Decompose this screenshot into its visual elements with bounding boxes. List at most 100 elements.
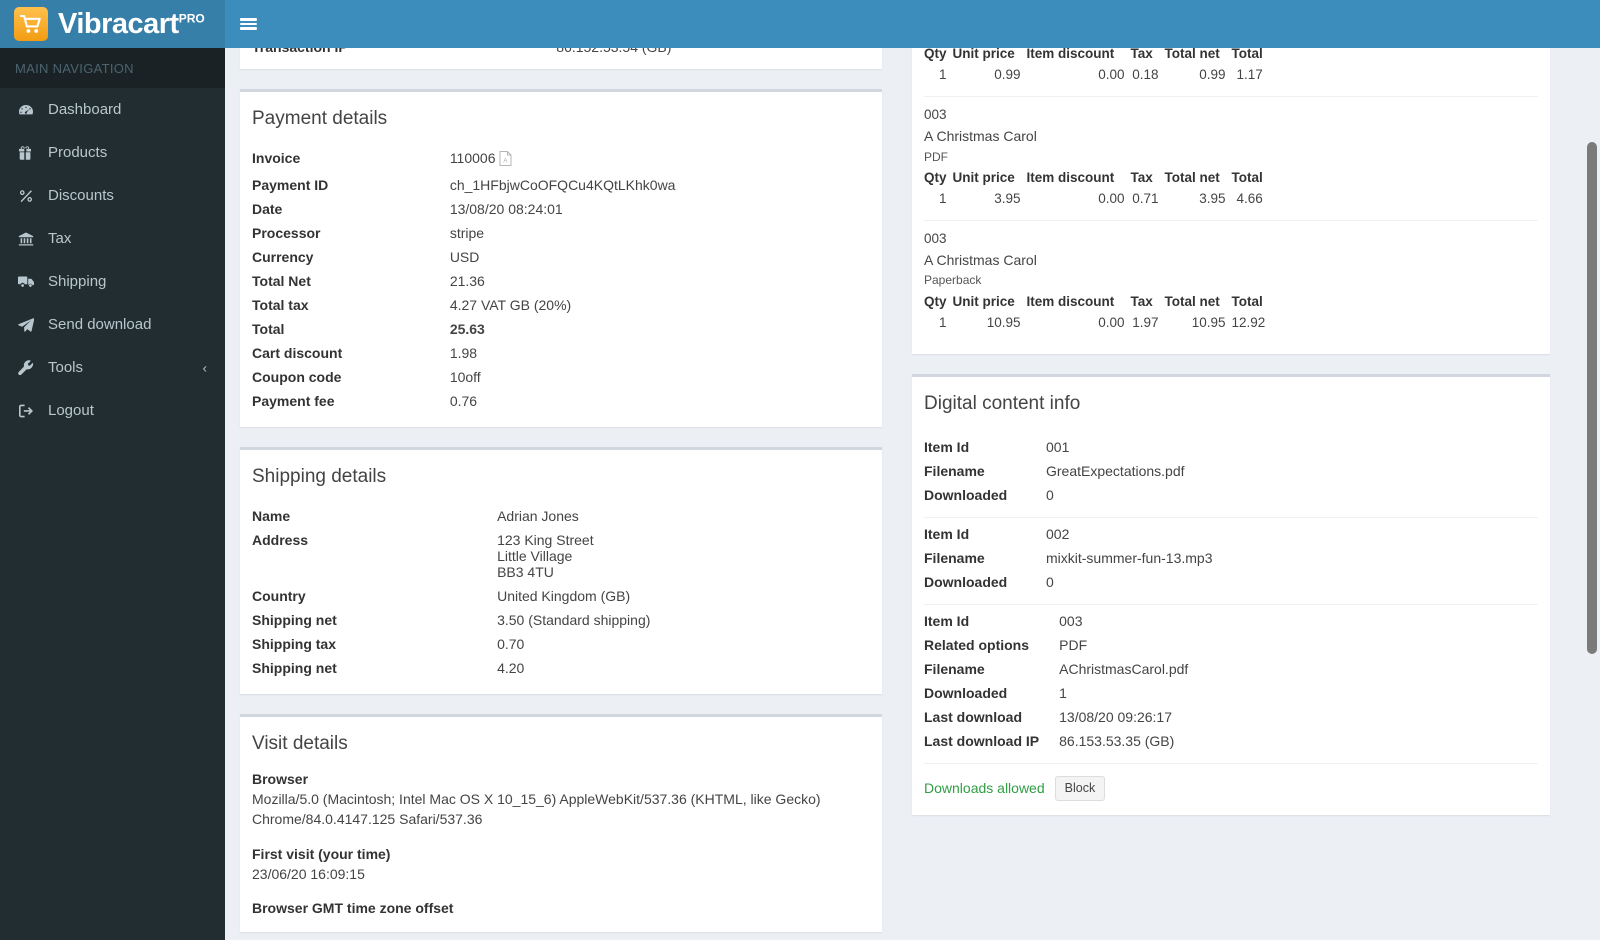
payment-value: 1.98 [449,345,478,361]
shipping-row-shipping-net: Shipping net 3.50 (Standard shipping) [252,608,870,632]
digital-content-block: Item Id 003 Related options PDF Filename… [924,605,1538,764]
cell-qty: 1 [939,67,947,82]
hamburger-menu-icon[interactable] [225,0,271,48]
digital-content-footer: Downloads allowed Block [924,764,1538,801]
payment-row-payment-fee: Payment fee 0.76 [252,389,870,413]
cell-tax: 0.18 [1132,67,1159,82]
cell-item-discount: 0.00 [1098,190,1125,206]
sidebar-item-label: Tax [48,230,72,247]
col-item-discount: Item discount [1026,169,1115,185]
sidebar-item-label: Shipping [48,273,107,290]
col-unit-price: Unit price [952,293,1015,309]
digital-value: GreatExpectations.pdf [1046,462,1185,479]
sidebar-item-products[interactable]: Products [0,131,225,174]
cell-item-discount: 0.00 [1098,314,1125,330]
digital-row-filename: Filename mixkit-summer-fun-13.mp3 [924,546,1212,570]
cell-total: 4.66 [1236,190,1263,206]
order-item-table: Qty Unit price Item discount Tax Total n… [924,293,1271,334]
payment-label: Payment fee [252,393,335,409]
digital-value: 13/08/20 09:26:17 [1059,708,1173,725]
payment-value: 0.76 [449,393,478,409]
order-item-values-row: 1 10.95 0.00 1.97 10.95 12.92 [924,310,1271,334]
sidebar-item-label: Send download [48,316,152,333]
shipping-label: Shipping tax [252,636,336,652]
payment-row-date: Date 13/08/20 08:24:01 [252,197,870,221]
order-item-table: Qty Unit price Item discount Tax Total n… [924,169,1269,210]
sidebar-item-label: Products [48,144,108,161]
transaction-details-card: Transaction IP 86.152.53.54 (GB) [240,48,882,69]
sidebar-item-tools[interactable]: Tools ‹ [0,346,225,389]
order-item-header-row: Qty Unit price Item discount Tax Total n… [924,48,1269,62]
order-item-row: 003 A Christmas Carol PDF Qty Unit price… [924,97,1538,221]
order-item-header-row: Qty Unit price Item discount Tax Total n… [924,169,1269,186]
payment-row-coupon-code: Coupon code 10off [252,365,870,389]
sidebar-item-logout[interactable]: Logout [0,389,225,432]
cell-total: 1.17 [1236,67,1263,82]
shipping-value: 4.20 [497,660,525,676]
digital-label: Downloaded [924,573,1008,590]
shipping-value: United Kingdom (GB) [497,588,631,604]
digital-value: 86.153.53.35 (GB) [1059,732,1175,749]
sidebar-item-shipping[interactable]: Shipping [0,260,225,303]
digital-label: Filename [924,462,985,479]
brand-name: Vibracart [58,7,179,40]
order-items-card: Qty Unit price Item discount Tax Total n… [912,48,1550,354]
shipping-details-list: Name Adrian Jones Address 123 King Stree… [252,504,870,680]
right-column: Qty Unit price Item discount Tax Total n… [912,48,1550,835]
pdf-file-icon[interactable]: A [499,151,512,169]
digital-content-table: Item Id 002 Filename mixkit-summer-fun-1… [924,522,1212,594]
digital-row-item-id: Item Id 001 [924,435,1185,459]
page-scrollbar-track[interactable] [1584,48,1600,940]
col-qty: Qty [924,169,947,185]
payment-row-total-tax: Total tax 4.27 VAT GB (20%) [252,293,870,317]
payment-label: Cart discount [252,345,343,361]
block-downloads-button[interactable]: Block [1054,775,1106,801]
sidebar-item-label: Discounts [48,187,114,204]
order-item-values-row: 1 3.95 0.00 0.71 3.95 4.66 [924,186,1269,210]
browser-value: Mozilla/5.0 (Macintosh; Intel Mac OS X 1… [252,791,821,828]
digital-label: Item Id [924,612,970,629]
digital-value: mixkit-summer-fun-13.mp3 [1046,549,1213,566]
order-item-values-row: 1 0.99 0.00 0.18 0.99 1.17 [924,62,1269,86]
payment-row-payment-id: Payment ID ch_1HFbjwCoOFQCu4KQtLKhk0wa [252,173,870,197]
digital-label: Filename [924,660,985,677]
cell-unit-price: 10.95 [986,314,1021,330]
brand-logo-area[interactable]: VibracartPRO [0,0,225,48]
digital-row-downloaded: Downloaded 0 [924,570,1212,594]
shipping-details-card: Shipping details Name Adrian Jones Addre… [240,447,882,694]
digital-label: Last download [924,708,1022,725]
sidebar-item-discounts[interactable]: Discounts [0,174,225,217]
transaction-details-list: Transaction IP 86.152.53.54 (GB) [252,48,870,59]
first-visit-value: 23/06/20 16:09:15 [252,865,365,882]
shipping-value: 123 King Street Little Village BB3 4TU [497,528,870,584]
col-item-discount: Item discount [1026,48,1115,61]
digital-value: 0 [1046,573,1054,590]
payment-row-currency: Currency USD [252,245,870,269]
svg-text:A: A [503,158,507,164]
shipping-label: Shipping net [252,660,337,676]
sidebar-item-dashboard[interactable]: Dashboard [0,88,225,131]
digital-row-last-download: Last download 13/08/20 09:26:17 [924,705,1188,729]
payment-details-card: Payment details Invoice 110006 A Payment … [240,89,882,427]
bank-icon [18,231,40,247]
payment-row-invoice: Invoice 110006 A [252,146,870,173]
sidebar-item-label: Logout [48,402,94,419]
sidebar-item-tax[interactable]: Tax [0,217,225,260]
page-scrollbar-thumb[interactable] [1587,142,1597,654]
payment-value: 4.27 VAT GB (20%) [449,297,572,313]
cell-qty: 1 [939,190,947,206]
address-line: Little Village [497,548,573,564]
payment-value: ch_1HFbjwCoOFQCu4KQtLKhk0wa [449,177,676,193]
payment-row-cart-discount: Cart discount 1.98 [252,341,870,365]
col-tax: Tax [1130,293,1153,309]
sidebar-item-send-download[interactable]: Send download [0,303,225,346]
visit-details-title: Visit details [252,733,348,754]
cell-tax: 1.97 [1132,314,1159,330]
cell-total-net: 0.99 [1199,67,1226,82]
wrench-icon [18,359,40,376]
shipping-value: 3.50 (Standard shipping) [497,612,651,628]
downloads-allowed-status: Downloads allowed [924,780,1045,797]
cell-unit-price: 3.95 [994,190,1021,206]
sidebar-item-label: Tools [48,359,84,376]
digital-value: 001 [1046,438,1070,455]
